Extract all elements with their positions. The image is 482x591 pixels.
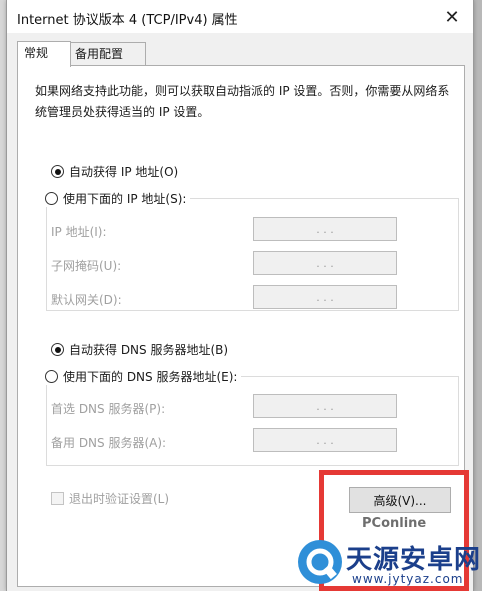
ipv4-properties-dialog: Internet 协议版本 4 (TCP/IPv4) 属性 ✕ 常规 备用配置 … xyxy=(6,0,474,591)
default-gateway-field[interactable]: . . . xyxy=(253,285,397,309)
alternate-dns-label: 备用 DNS 服务器(A): xyxy=(51,436,167,450)
alternate-dns-field[interactable]: . . . xyxy=(253,428,397,452)
close-button[interactable]: ✕ xyxy=(437,4,467,30)
ip-address-label: IP 地址(I): xyxy=(51,225,107,239)
default-gateway-dots: . . . xyxy=(316,290,334,304)
brand-watermark: 天源安卓网 xyxy=(346,545,482,575)
ip-manual-radio[interactable]: 使用下面的 IP 地址(S): xyxy=(45,190,191,207)
description-text: 如果网络支持此功能，则可以获取自动指派的 IP 设置。否则，你需要从网络系统管理… xyxy=(35,84,450,119)
radio-checked-icon xyxy=(51,165,64,178)
ip-address-dots: . . . xyxy=(316,222,334,236)
preferred-dns-dots: . . . xyxy=(316,399,334,413)
radio-unchecked-icon xyxy=(45,370,58,383)
general-tab-panel: 如果网络支持此功能，则可以获取自动指派的 IP 设置。否则，你需要从网络系统管理… xyxy=(17,65,465,587)
tab-general[interactable]: 常规 xyxy=(17,41,71,67)
default-gateway-label: 默认网关(D): xyxy=(51,293,122,307)
preferred-dns-label: 首选 DNS 服务器(P): xyxy=(51,402,166,416)
dns-auto-label: 自动获得 DNS 服务器地址(B) xyxy=(69,343,229,357)
checkbox-icon xyxy=(51,492,64,505)
ip-manual-label: 使用下面的 IP 地址(S): xyxy=(63,192,187,206)
ip-auto-radio[interactable]: 自动获得 IP 地址(O) xyxy=(51,163,178,180)
subnet-mask-label: 子网掩码(U): xyxy=(51,259,122,273)
ip-address-field[interactable]: . . . xyxy=(253,217,397,241)
title-bar: Internet 协议版本 4 (TCP/IPv4) 属性 ✕ xyxy=(7,0,473,33)
advanced-button[interactable]: 高级(V)... xyxy=(349,487,451,513)
preferred-dns-field[interactable]: . . . xyxy=(253,394,397,418)
subnet-mask-dots: . . . xyxy=(316,256,334,270)
dns-manual-group xyxy=(46,376,459,466)
validate-on-exit-checkbox[interactable]: 退出时验证设置(L) xyxy=(51,490,169,507)
ip-auto-label: 自动获得 IP 地址(O) xyxy=(69,165,179,179)
dialog-title: Internet 协议版本 4 (TCP/IPv4) 属性 xyxy=(17,13,238,28)
brand-url-watermark: www.jytyaz.com xyxy=(352,572,464,586)
validate-on-exit-label: 退出时验证设置(L) xyxy=(69,492,170,506)
brand-logo-icon xyxy=(298,540,342,584)
tab-alternate-configuration[interactable]: 备用配置 xyxy=(68,42,146,66)
pconline-watermark: PConline xyxy=(362,516,427,531)
dns-manual-label: 使用下面的 DNS 服务器地址(E): xyxy=(63,370,238,384)
close-icon: ✕ xyxy=(444,6,460,28)
alternate-dns-dots: . . . xyxy=(316,433,334,447)
radio-unchecked-icon xyxy=(45,192,58,205)
radio-checked-icon xyxy=(51,343,64,356)
subnet-mask-field[interactable]: . . . xyxy=(253,251,397,275)
dns-manual-radio[interactable]: 使用下面的 DNS 服务器地址(E): xyxy=(45,368,242,385)
dns-auto-radio[interactable]: 自动获得 DNS 服务器地址(B) xyxy=(51,341,228,358)
